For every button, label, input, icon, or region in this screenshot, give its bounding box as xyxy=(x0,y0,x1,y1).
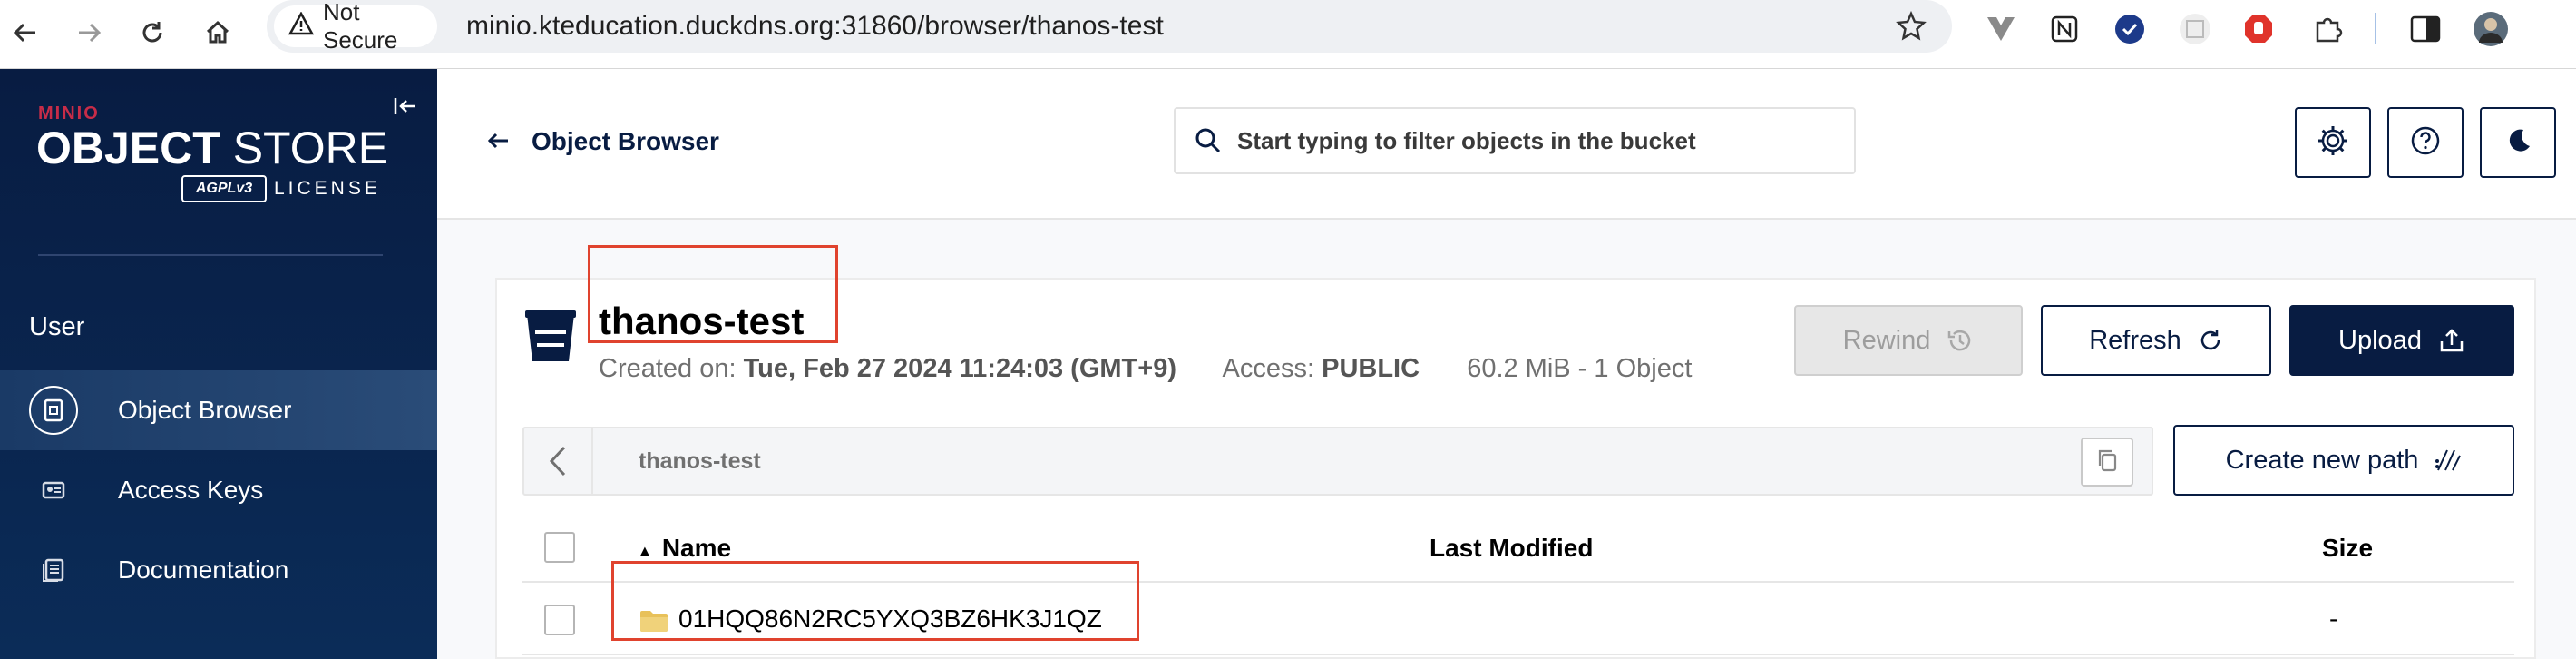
extensions-puzzle-icon[interactable] xyxy=(2309,11,2346,47)
agpl-badge: AGPLv3 xyxy=(181,175,267,202)
sidebar-item-label: Access Keys xyxy=(118,476,264,504)
help-icon xyxy=(2410,125,2441,161)
access-keys-icon xyxy=(29,466,78,515)
bucket-meta: Created on: Tue, Feb 27 2024 11:24:03 (G… xyxy=(599,354,1692,384)
sidebar-section-user: User xyxy=(29,312,85,341)
object-browser-icon xyxy=(29,386,78,435)
address-bar[interactable]: Not Secure minio.kteducation.duckdns.org… xyxy=(267,0,1952,54)
rewind-button[interactable]: Rewind xyxy=(1794,305,2023,376)
copy-icon xyxy=(2095,448,2119,477)
bucket-usage: 60.2 MiB - 1 Object xyxy=(1467,354,1693,383)
path-back-button[interactable] xyxy=(524,428,593,494)
notion-icon[interactable] xyxy=(2046,11,2083,47)
toolbar-divider xyxy=(2375,13,2376,44)
object-size: - xyxy=(2329,605,2338,633)
vue-devtools-icon[interactable] xyxy=(1983,11,2019,47)
back-link-label: Object Browser xyxy=(532,127,719,155)
create-new-path-button[interactable]: Create new path xyxy=(2173,425,2514,496)
sidebar-item-label: Documentation xyxy=(118,556,289,584)
security-label: Not Secure xyxy=(323,0,398,54)
dark-mode-toggle[interactable] xyxy=(2480,107,2556,178)
brand-logo: OBJECT STORE xyxy=(36,123,389,173)
settings-button[interactable] xyxy=(2295,107,2371,178)
page-header: Object Browser xyxy=(437,69,2576,220)
copy-path-button[interactable] xyxy=(2081,438,2133,487)
path-bar: thanos-test xyxy=(522,427,2153,496)
gear-icon xyxy=(2316,123,2350,162)
created-label: Created on: xyxy=(599,354,737,383)
checkmark-extension-icon[interactable] xyxy=(2112,11,2148,47)
create-path-label: Create new path xyxy=(2225,445,2419,475)
upload-icon xyxy=(2438,327,2465,354)
row-checkbox[interactable] xyxy=(544,605,575,635)
back-to-object-browser-link[interactable]: Object Browser xyxy=(486,127,719,156)
brand-license: LICENSE xyxy=(274,178,381,199)
search-input[interactable] xyxy=(1235,125,1834,156)
created-value: Tue, Feb 27 2024 11:24:03 (GMT+9) xyxy=(743,354,1176,383)
warning-icon xyxy=(288,10,315,42)
help-button[interactable] xyxy=(2387,107,2464,178)
current-path: thanos-test xyxy=(639,448,761,474)
collapse-sidebar-icon[interactable] xyxy=(390,91,421,122)
upload-label: Upload xyxy=(2338,325,2422,355)
stop-extension-icon[interactable] xyxy=(2240,11,2277,47)
moon-icon xyxy=(2503,126,2532,160)
star-icon[interactable] xyxy=(1896,10,1927,46)
access-value: PUBLIC xyxy=(1322,354,1420,383)
grid-extension-icon[interactable] xyxy=(2177,11,2213,47)
security-chip[interactable]: Not Secure xyxy=(274,0,437,54)
history-icon xyxy=(1947,327,1974,354)
sort-asc-icon: ▲ xyxy=(637,542,653,560)
search-icon xyxy=(1190,126,1226,155)
access-label: Access: xyxy=(1222,354,1315,383)
home-icon[interactable] xyxy=(192,7,243,58)
profile-avatar-icon[interactable] xyxy=(2473,11,2509,47)
forward-arrow-icon[interactable] xyxy=(63,7,114,58)
highlight-box-folder xyxy=(611,561,1139,641)
documentation-icon xyxy=(29,546,78,595)
search-box[interactable] xyxy=(1174,107,1856,174)
side-panel-icon[interactable] xyxy=(2407,11,2444,47)
sidebar-item-documentation[interactable]: Documentation xyxy=(0,530,437,610)
refresh-icon xyxy=(2198,328,2223,353)
browser-toolbar: Not Secure minio.kteducation.duckdns.org… xyxy=(0,0,2576,69)
sidebar-item-object-browser[interactable]: Object Browser xyxy=(0,370,437,450)
refresh-button[interactable]: Refresh xyxy=(2041,305,2271,376)
reload-icon[interactable] xyxy=(127,7,178,58)
size-column-header[interactable]: Size xyxy=(2322,514,2373,583)
left-arrow-icon xyxy=(486,127,510,156)
select-all-checkbox[interactable] xyxy=(544,532,575,563)
url-text[interactable]: minio.kteducation.duckdns.org:31860/brow… xyxy=(466,0,1164,53)
refresh-label: Refresh xyxy=(2089,325,2181,355)
new-path-icon xyxy=(2435,448,2462,472)
sidebar: MINIO OBJECT STORE AGPLv3 LICENSE User O… xyxy=(0,69,437,659)
back-arrow-icon[interactable] xyxy=(0,7,51,58)
upload-button[interactable]: Upload xyxy=(2289,305,2514,376)
highlight-box-bucket-name xyxy=(588,245,838,343)
last-modified-column-header[interactable]: Last Modified xyxy=(1429,514,1593,583)
sidebar-item-access-keys[interactable]: Access Keys xyxy=(0,450,437,530)
rewind-label: Rewind xyxy=(1842,325,1931,355)
sidebar-divider xyxy=(38,254,383,256)
sidebar-item-label: Object Browser xyxy=(118,396,292,424)
bucket-icon xyxy=(524,309,577,365)
name-header-label: Name xyxy=(661,534,732,562)
